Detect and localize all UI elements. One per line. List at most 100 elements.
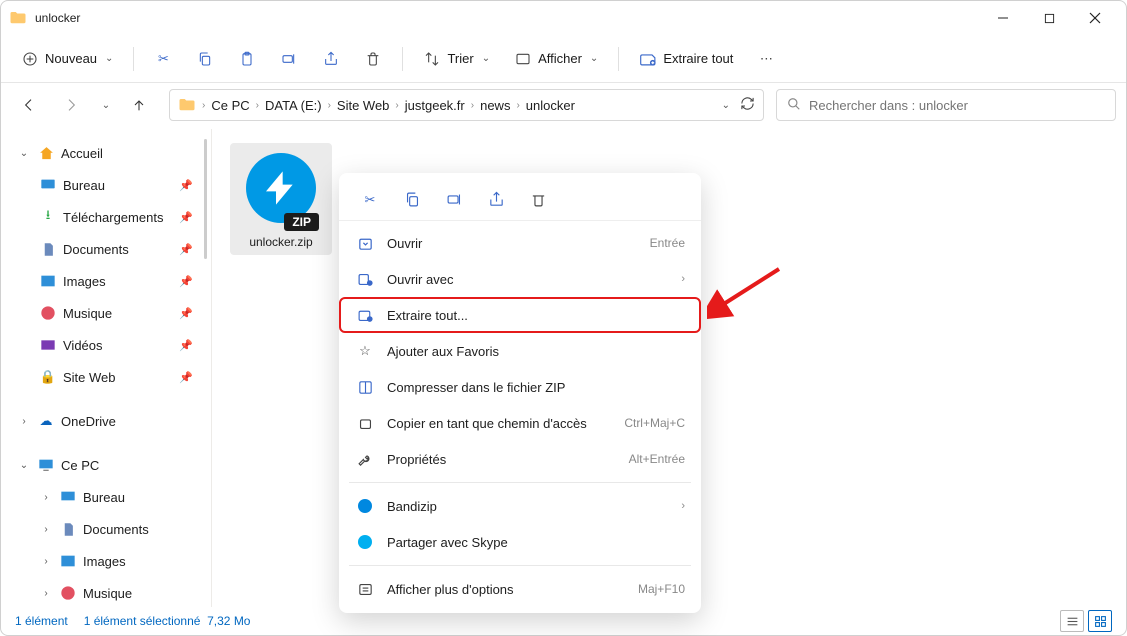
- sidebar-item-thispc[interactable]: ⌄Ce PC: [5, 449, 207, 481]
- sidebar-label: Images: [63, 274, 106, 289]
- sidebar-label: Bureau: [63, 178, 105, 193]
- ctx-favorites[interactable]: ☆Ajouter aux Favoris: [339, 333, 701, 369]
- details-view-toggle[interactable]: [1060, 610, 1084, 632]
- more-button[interactable]: ⋯: [747, 42, 785, 76]
- ctx-label: Bandizip: [387, 499, 437, 514]
- ctx-rename-button[interactable]: [437, 183, 471, 217]
- sidebar-item-siteweb[interactable]: 🔒Site Web📌: [5, 361, 207, 393]
- sidebar-label: Bureau: [83, 490, 125, 505]
- ctx-shortcut: Alt+Entrée: [629, 452, 685, 466]
- ctx-copy-button[interactable]: [395, 183, 429, 217]
- pin-icon: 📌: [179, 179, 193, 192]
- sidebar-label: Vidéos: [63, 338, 103, 353]
- extract-icon: [355, 305, 375, 325]
- copy-path-icon: [355, 413, 375, 433]
- chevron-right-icon: ›: [39, 492, 53, 503]
- ctx-share-button[interactable]: [479, 183, 513, 217]
- ctx-open[interactable]: OuvrirEntrée: [339, 225, 701, 261]
- sidebar-item-home[interactable]: ⌄ Accueil: [5, 137, 207, 169]
- ctx-label: Ajouter aux Favoris: [387, 344, 499, 359]
- pin-icon: 📌: [179, 371, 193, 384]
- sidebar-item-music2[interactable]: ›Musique: [5, 577, 207, 607]
- ctx-copy-path[interactable]: Copier en tant que chemin d'accèsCtrl+Ma…: [339, 405, 701, 441]
- sidebar-item-images[interactable]: Images📌: [5, 265, 207, 297]
- rename-icon: [280, 50, 298, 68]
- sidebar-item-desktop[interactable]: Bureau 📌: [5, 169, 207, 201]
- ctx-cut-button[interactable]: ✂: [353, 183, 387, 217]
- up-button[interactable]: [121, 89, 157, 121]
- extract-all-button[interactable]: Extraire tout: [629, 42, 743, 76]
- images-icon: [59, 552, 77, 570]
- sort-button[interactable]: Trier ⌄: [413, 42, 500, 76]
- ctx-skype[interactable]: Partager avec Skype: [339, 524, 701, 560]
- sidebar-label: Documents: [63, 242, 129, 257]
- chevron-right-icon: ›: [200, 100, 207, 111]
- copy-icon: [196, 50, 214, 68]
- chevron-right-icon: ›: [326, 100, 333, 111]
- maximize-button[interactable]: [1026, 2, 1072, 34]
- crumb-label: DATA (E:): [265, 98, 322, 113]
- ctx-open-with[interactable]: Ouvrir avec›: [339, 261, 701, 297]
- crumb[interactable]: unlocker: [526, 98, 575, 113]
- search-box[interactable]: [776, 89, 1116, 121]
- back-button[interactable]: [11, 89, 47, 121]
- view-button[interactable]: Afficher ⌄: [504, 42, 608, 76]
- cut-icon: ✂: [154, 50, 172, 68]
- recent-dropdown[interactable]: ⌄: [95, 89, 115, 121]
- bandizip-icon: [355, 496, 375, 516]
- breadcrumb-bar[interactable]: › Ce PC › DATA (E:) › Site Web › justgee…: [169, 89, 764, 121]
- view-icon: [514, 50, 532, 68]
- chevron-down-icon: ⌄: [590, 53, 598, 64]
- ctx-label: Extraire tout...: [387, 308, 468, 323]
- minimize-button[interactable]: [980, 2, 1026, 34]
- paste-icon: [238, 50, 256, 68]
- home-icon: [37, 144, 55, 162]
- search-input[interactable]: [809, 98, 1105, 113]
- sidebar-item-videos[interactable]: Vidéos📌: [5, 329, 207, 361]
- desktop-icon: [39, 176, 57, 194]
- ctx-extract-all[interactable]: Extraire tout...: [339, 297, 701, 333]
- document-icon: [39, 240, 57, 258]
- file-item-unlocker-zip[interactable]: ZIP unlocker.zip: [230, 143, 332, 255]
- ctx-show-more[interactable]: Afficher plus d'optionsMaj+F10: [339, 571, 701, 607]
- sidebar-item-documents[interactable]: Documents📌: [5, 233, 207, 265]
- desktop-icon: [59, 488, 77, 506]
- new-button[interactable]: Nouveau ⌄: [11, 42, 123, 76]
- ctx-properties[interactable]: PropriétésAlt+Entrée: [339, 441, 701, 477]
- crumb[interactable]: Ce PC: [211, 98, 249, 113]
- cut-button[interactable]: ✂: [144, 42, 182, 76]
- window-title: unlocker: [35, 11, 80, 25]
- copy-button[interactable]: [186, 42, 224, 76]
- rename-button[interactable]: [270, 42, 308, 76]
- more-icon: ⋯: [757, 50, 775, 68]
- title-bar: unlocker: [1, 1, 1126, 35]
- sidebar-item-downloads[interactable]: ⭳Téléchargements📌: [5, 201, 207, 233]
- ctx-compress[interactable]: Compresser dans le fichier ZIP: [339, 369, 701, 405]
- sidebar-item-documents2[interactable]: ›Documents: [5, 513, 207, 545]
- forward-button[interactable]: [53, 89, 89, 121]
- refresh-button[interactable]: [740, 96, 755, 114]
- ctx-delete-button[interactable]: [521, 183, 555, 217]
- address-dropdown[interactable]: ⌄: [722, 100, 730, 111]
- close-button[interactable]: [1072, 2, 1118, 34]
- sidebar-item-images2[interactable]: ›Images: [5, 545, 207, 577]
- crumb[interactable]: DATA (E:): [265, 98, 322, 113]
- ctx-bandizip[interactable]: Bandizip›: [339, 488, 701, 524]
- crumb[interactable]: Site Web: [337, 98, 390, 113]
- pin-icon: 📌: [179, 211, 193, 224]
- sidebar-label: Ce PC: [61, 458, 99, 473]
- delete-button[interactable]: [354, 42, 392, 76]
- crumb-label: news: [480, 98, 510, 113]
- crumb[interactable]: justgeek.fr: [405, 98, 465, 113]
- paste-button[interactable]: [228, 42, 266, 76]
- share-button[interactable]: [312, 42, 350, 76]
- sidebar-item-desktop2[interactable]: › Bureau: [5, 481, 207, 513]
- wrench-icon: [355, 449, 375, 469]
- crumb[interactable]: news: [480, 98, 510, 113]
- extract-label: Extraire tout: [663, 51, 733, 66]
- crumb-label: justgeek.fr: [405, 98, 465, 113]
- sidebar-item-music[interactable]: Musique📌: [5, 297, 207, 329]
- sidebar-item-onedrive[interactable]: ›☁OneDrive: [5, 405, 207, 437]
- ctx-label: Compresser dans le fichier ZIP: [387, 380, 565, 395]
- icons-view-toggle[interactable]: [1088, 610, 1112, 632]
